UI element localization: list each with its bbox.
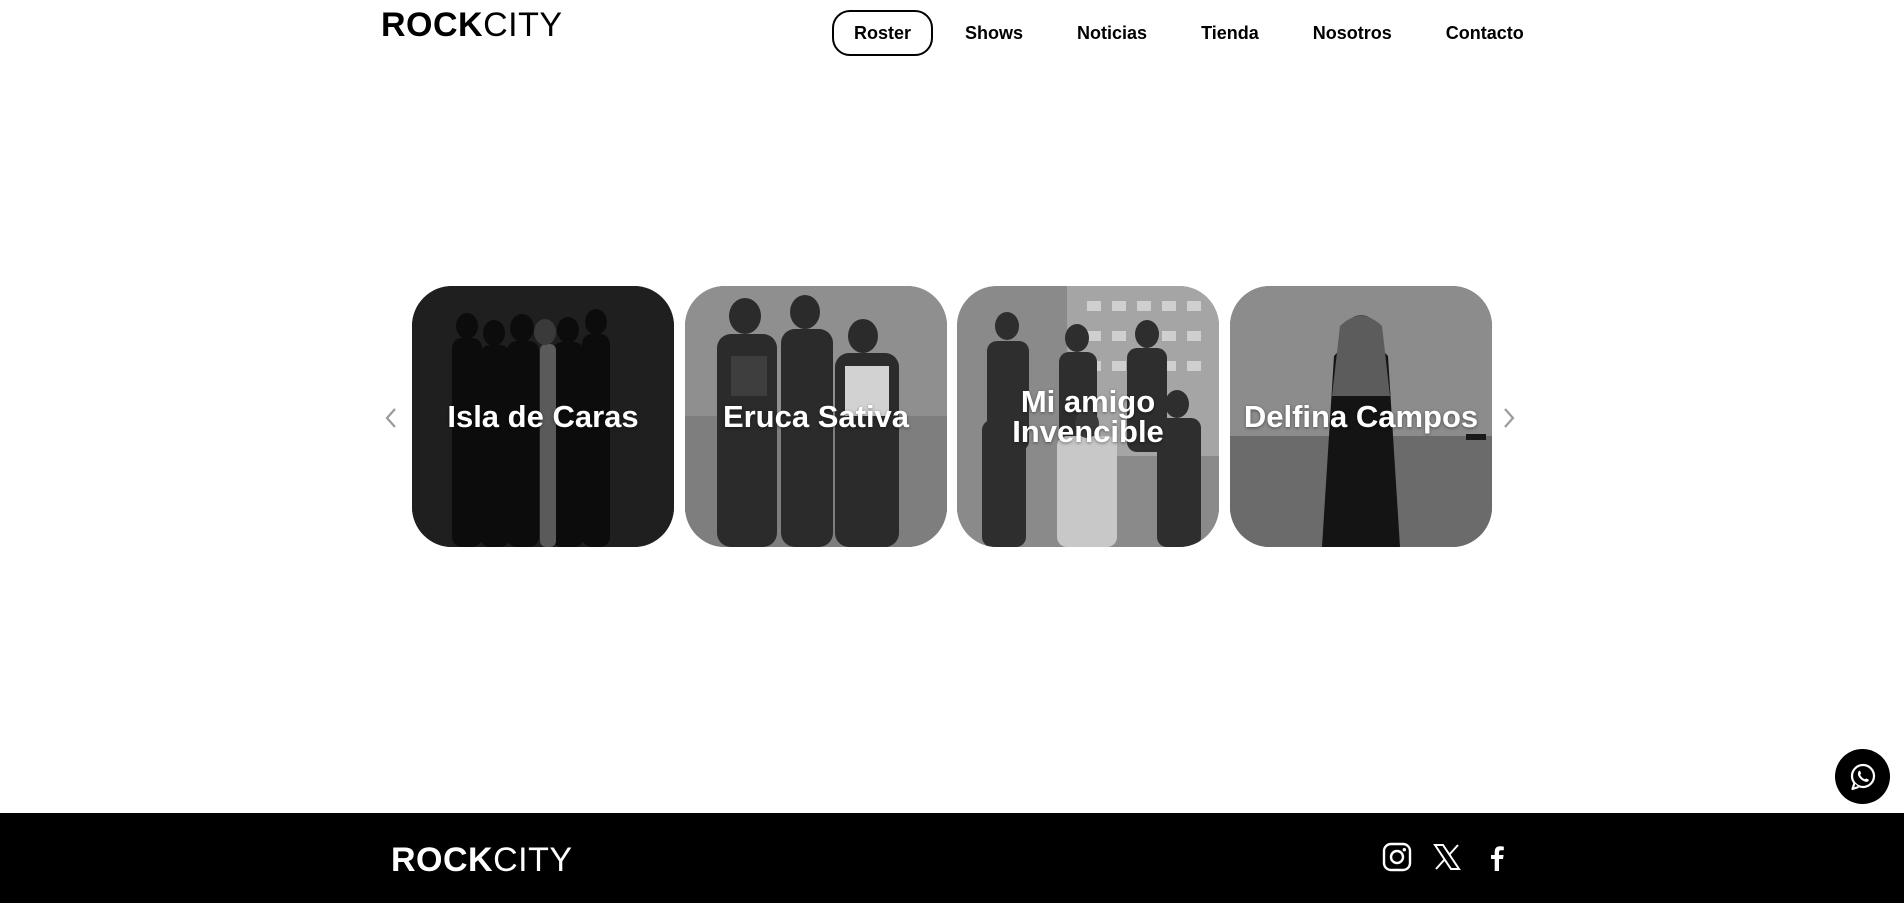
site-logo[interactable]: ROCKCITY bbox=[381, 8, 563, 42]
main-nav: Roster Shows Noticias Tienda Nosotros Co… bbox=[832, 10, 1556, 56]
nav-tienda[interactable]: Tienda bbox=[1179, 10, 1281, 56]
logo-rock-text: ROCK bbox=[381, 6, 484, 44]
roster-carousel: Isla de Caras Eruca Sativa Mi amigo Inve… bbox=[380, 286, 1520, 547]
carousel-prev-button[interactable] bbox=[380, 406, 402, 430]
logo-city-text: CITY bbox=[493, 841, 573, 879]
social-links bbox=[1381, 841, 1513, 873]
facebook-link[interactable] bbox=[1481, 841, 1513, 873]
x-link[interactable] bbox=[1431, 841, 1463, 873]
footer-logo[interactable]: ROCKCITY bbox=[391, 843, 573, 877]
site-header: ROCKCITY Roster Shows Noticias Tienda No… bbox=[0, 0, 1904, 66]
nav-contacto[interactable]: Contacto bbox=[1424, 10, 1546, 56]
artist-name: Isla de Caras bbox=[447, 398, 639, 434]
artist-name: Delfina Campos bbox=[1243, 398, 1479, 434]
site-footer: ROCKCITY bbox=[0, 813, 1904, 903]
carousel-next-button[interactable] bbox=[1498, 406, 1520, 430]
artist-card-isla-de-caras[interactable]: Isla de Caras bbox=[412, 286, 674, 547]
chevron-left-icon bbox=[385, 408, 396, 428]
artist-card-eruca-sativa[interactable]: Eruca Sativa bbox=[685, 286, 947, 547]
nav-shows[interactable]: Shows bbox=[943, 10, 1045, 56]
chevron-right-icon bbox=[1504, 408, 1515, 428]
artist-name: Eruca Sativa bbox=[722, 398, 910, 434]
artist-card-delfina-campos[interactable]: Delfina Campos bbox=[1230, 286, 1492, 547]
instagram-icon bbox=[1382, 842, 1412, 872]
x-icon bbox=[1433, 844, 1461, 870]
nav-nosotros[interactable]: Nosotros bbox=[1291, 10, 1414, 56]
whatsapp-button[interactable] bbox=[1835, 749, 1890, 804]
instagram-link[interactable] bbox=[1381, 841, 1413, 873]
facebook-icon bbox=[1491, 846, 1504, 871]
whatsapp-icon bbox=[1850, 763, 1875, 790]
nav-noticias[interactable]: Noticias bbox=[1055, 10, 1169, 56]
nav-roster[interactable]: Roster bbox=[832, 10, 934, 56]
artist-card-mi-amigo-invencible[interactable]: Mi amigo Invencible bbox=[957, 286, 1219, 547]
logo-city-text: CITY bbox=[483, 6, 563, 44]
logo-rock-text: ROCK bbox=[391, 841, 494, 879]
artist-name: Mi amigo Invencible bbox=[1012, 383, 1164, 449]
